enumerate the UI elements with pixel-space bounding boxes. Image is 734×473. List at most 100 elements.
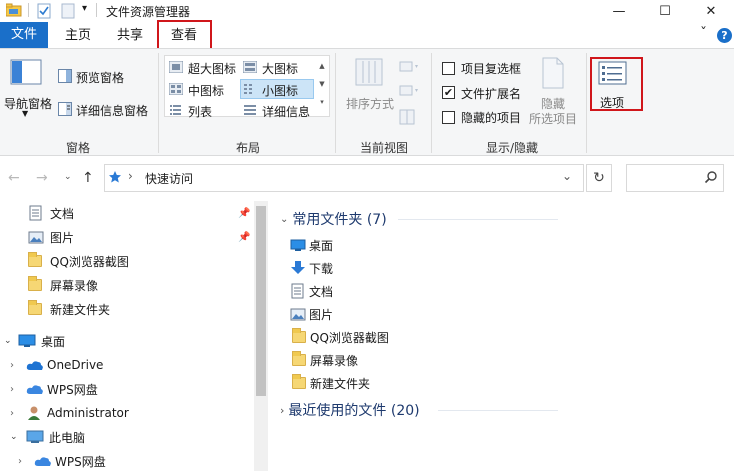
nav-item-label: WPS网盘	[55, 454, 106, 469]
ribbon-collapse-icon[interactable]: ˇ	[700, 26, 707, 42]
list-icon	[169, 104, 183, 116]
pin-icon[interactable]: 📌	[238, 208, 250, 219]
download-arrow-icon	[290, 261, 306, 275]
pictures-icon	[290, 306, 306, 322]
file-extensions-label[interactable]: 文件扩展名	[461, 85, 521, 102]
preview-pane-icon[interactable]	[58, 69, 72, 83]
title-divider	[96, 3, 97, 17]
list-item[interactable]: 桌面	[290, 234, 333, 256]
frequent-folders-header[interactable]: ⌄ 常用文件夹 (7)	[280, 208, 387, 230]
size-columns-icon[interactable]	[399, 109, 415, 125]
forward-arrow-icon[interactable]: →	[36, 170, 48, 186]
back-arrow-icon[interactable]: ←	[8, 170, 20, 186]
nav-item-onedrive[interactable]: › OneDrive	[10, 353, 254, 377]
tab-home[interactable]: 主页	[56, 25, 100, 47]
details-pane-icon[interactable]	[58, 102, 72, 116]
list-item-label: 桌面	[309, 238, 334, 253]
list-item-label: 屏幕录像	[310, 353, 359, 368]
tab-file[interactable]: 文件	[0, 22, 48, 48]
hidden-items-label[interactable]: 隐藏的项目	[461, 109, 521, 126]
close-button[interactable]: ✕	[688, 0, 734, 22]
item-checkboxes-checkbox[interactable]	[442, 62, 455, 75]
chevron-down-icon[interactable]: ⌄	[280, 214, 288, 225]
options-button[interactable]: 选项	[600, 94, 624, 111]
chevron-down-icon[interactable]: ⌄	[10, 432, 26, 442]
add-columns-icon[interactable]	[399, 85, 421, 97]
group-label-show-hide: 显示/隐藏	[485, 141, 539, 155]
pin-icon[interactable]: 📌	[238, 232, 250, 243]
chevron-right-icon[interactable]: ›	[10, 384, 26, 395]
details-pane-button[interactable]: 详细信息窗格	[76, 102, 148, 119]
layout-extra-large-icons[interactable]: 超大图标	[188, 60, 236, 77]
folder-icon	[28, 276, 42, 291]
preview-pane-button[interactable]: 预览窗格	[76, 69, 124, 86]
layout-medium-icons[interactable]: 中图标	[188, 82, 224, 99]
address-dropdown-icon[interactable]: ⌄	[562, 169, 572, 183]
minimize-button[interactable]: —	[596, 0, 642, 22]
group-divider	[335, 53, 336, 153]
list-item[interactable]: 图片	[290, 303, 333, 325]
folder-icon	[28, 252, 42, 267]
tab-share[interactable]: 共享	[108, 25, 152, 47]
layout-small-icons[interactable]: 小图标	[262, 82, 298, 99]
up-arrow-icon[interactable]: ↑	[82, 170, 94, 186]
chevron-down-icon[interactable]: ▼	[22, 109, 28, 118]
hide-selected-items-icon[interactable]	[540, 57, 566, 89]
nav-item-administrator[interactable]: › Administrator	[10, 401, 254, 425]
refresh-button[interactable]: ↻	[586, 164, 612, 192]
layout-large-icons[interactable]: 大图标	[262, 60, 298, 77]
new-folder-icon[interactable]	[61, 3, 75, 19]
nav-item-documents[interactable]: 文档 📌	[28, 201, 254, 225]
chevron-right-icon[interactable]: ›	[10, 408, 26, 419]
tab-view[interactable]: 查看	[162, 25, 206, 47]
sort-by-button[interactable]: 排序方式	[346, 95, 394, 112]
layout-list[interactable]: 列表	[188, 103, 212, 120]
section-divider	[398, 219, 558, 220]
hide-selected-label-2[interactable]: 所选项目	[529, 110, 577, 127]
group-label-layout: 布局	[235, 141, 260, 155]
properties-icon[interactable]	[37, 3, 51, 19]
section-divider	[438, 410, 558, 411]
help-icon[interactable]: ?	[717, 28, 732, 43]
nav-item-pc-wps-drive[interactable]: › WPS网盘	[18, 449, 254, 473]
file-extensions-checkbox[interactable]: ✔	[442, 86, 455, 99]
maximize-button[interactable]: ☐	[642, 0, 688, 22]
options-icon[interactable]	[598, 61, 628, 87]
nav-item-qq-screenshots[interactable]: QQ浏览器截图	[28, 249, 254, 273]
nav-item-wps-drive[interactable]: › WPS网盘	[10, 377, 254, 401]
group-by-icon[interactable]	[399, 61, 421, 73]
nav-item-pictures[interactable]: 图片 📌	[28, 225, 254, 249]
qa-customize-dropdown[interactable]: ▾	[82, 3, 87, 14]
nav-item-this-pc[interactable]: ⌄ 此电脑	[10, 425, 254, 449]
group-label-panes: 窗格	[65, 141, 90, 155]
hidden-items-checkbox[interactable]	[442, 111, 455, 124]
list-item-label: 新建文件夹	[310, 376, 371, 391]
list-item-label: 图片	[309, 307, 334, 322]
folder-icon	[292, 374, 306, 389]
chevron-right-icon[interactable]: ›	[280, 404, 284, 417]
layout-details[interactable]: 详细信息	[262, 103, 310, 120]
list-item[interactable]: 屏幕录像	[292, 349, 358, 371]
list-item[interactable]: 文档	[290, 280, 333, 302]
nav-item-desktop[interactable]: ⌄ 桌面	[4, 329, 254, 353]
layout-gallery-scroll[interactable]: ▲ ▼ ▾	[316, 57, 328, 115]
desktop-icon	[290, 239, 306, 251]
list-item[interactable]: 下载	[290, 257, 333, 279]
chevron-right-icon[interactable]: ›	[10, 360, 26, 371]
recent-files-header[interactable]: › 最近使用的文件 (20)	[280, 399, 420, 421]
address-path-quick-access[interactable]: 快速访问	[145, 170, 193, 187]
sort-by-icon[interactable]	[355, 57, 385, 87]
chevron-right-icon[interactable]: ›	[18, 456, 34, 467]
nav-item-new-folder[interactable]: 新建文件夹	[28, 297, 254, 321]
qa-divider	[28, 3, 29, 17]
address-separator[interactable]: ›	[128, 169, 133, 183]
list-item[interactable]: 新建文件夹	[292, 372, 370, 394]
chevron-down-icon[interactable]: ⌄	[4, 336, 18, 346]
recent-locations-chevron-icon[interactable]: ⌄	[64, 172, 72, 182]
item-checkboxes-label[interactable]: 项目复选框	[461, 60, 521, 77]
nav-item-screen-recordings[interactable]: 屏幕录像	[28, 273, 254, 297]
navigation-pane-icon[interactable]	[10, 59, 44, 87]
extra-large-icons-icon	[168, 60, 184, 74]
nav-scrollbar-thumb[interactable]	[256, 206, 266, 396]
list-item[interactable]: QQ浏览器截图	[292, 326, 389, 348]
